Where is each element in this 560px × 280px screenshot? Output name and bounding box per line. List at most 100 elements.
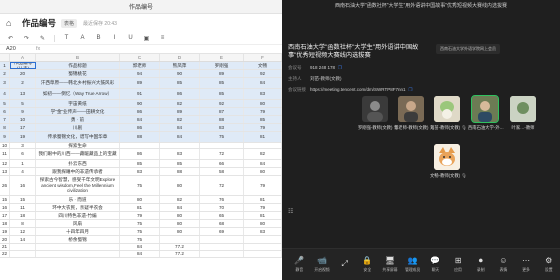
toolbar-button[interactable]: 📹 开启视频: [311, 249, 334, 280]
row-number[interactable]: 1: [0, 62, 10, 69]
cell-b[interactable]: [36, 251, 120, 257]
cell-f[interactable]: 82: [244, 149, 282, 159]
table-row[interactable]: 16 11 环中大农民，亲疑半农会 81 84 70 79: [0, 204, 282, 212]
cell-a[interactable]: 2: [10, 78, 36, 88]
table-row[interactable]: 3 2 汗西草原——韩北乡村振兴大鼓风彩 89 85 85 84: [0, 78, 282, 89]
cell-b[interactable]: 传承蜀锦文化，谱写中国华章: [36, 132, 120, 142]
cell-f[interactable]: [244, 244, 282, 250]
cell-c[interactable]: 75: [120, 220, 160, 227]
toolbar-button[interactable]: 🔒 安全: [356, 249, 379, 280]
column-header-e[interactable]: E: [200, 54, 244, 61]
cell-d[interactable]: 83: [160, 149, 200, 159]
cell-b[interactable]: 探索古今智慧，感受千年文明Explore ancient wisdom,Feel…: [36, 176, 120, 195]
cell-f[interactable]: 81: [244, 212, 282, 219]
cell-e[interactable]: 76: [200, 196, 244, 203]
row-number[interactable]: 17: [0, 212, 10, 219]
table-row[interactable]: 2 20 蜀锦桃花 94 90 89 92: [0, 70, 282, 78]
cell-d[interactable]: 80: [160, 220, 200, 227]
copy-icon[interactable]: ❐: [338, 65, 342, 71]
cell-b[interactable]: 作品标题: [36, 62, 120, 69]
cell-d[interactable]: 86: [160, 89, 200, 99]
row-number[interactable]: 9: [0, 132, 10, 142]
table-row[interactable]: 26 16 探索古今智慧，感受千年文明Explore ancient wisdom,…: [0, 176, 282, 196]
cell-d[interactable]: 84: [160, 204, 200, 211]
italic-icon[interactable]: I: [110, 35, 119, 41]
cell-d[interactable]: 82: [160, 100, 200, 107]
table-row[interactable]: 4 13 如初——倒忆（Way True Arrow） 91 86 85 83: [0, 89, 282, 100]
cell-e[interactable]: [200, 251, 244, 257]
bold-icon[interactable]: B: [94, 35, 103, 41]
cell-a[interactable]: 18: [10, 212, 36, 219]
cell-b[interactable]: 乐 · 而道: [36, 196, 120, 203]
cell-a[interactable]: 4: [10, 168, 36, 175]
cell-c[interactable]: 91: [120, 89, 160, 99]
cell-a[interactable]: 13: [10, 89, 36, 99]
cell-c[interactable]: 75: [120, 176, 160, 195]
table-row[interactable]: 7 10 勇 · 前 84 82 88 85: [0, 116, 282, 124]
cell-e[interactable]: 58: [200, 168, 244, 175]
cell-b[interactable]: 十四年四月: [36, 228, 120, 235]
cell-e[interactable]: 66: [200, 160, 244, 167]
table-row[interactable]: 15 15 乐 · 而道 80 82 76 81: [0, 196, 282, 204]
copy-link-icon[interactable]: ❐: [408, 87, 412, 93]
row-number[interactable]: 20: [0, 236, 10, 243]
cell-e[interactable]: [200, 244, 244, 250]
cell-a[interactable]: 8: [10, 220, 36, 227]
cell-f[interactable]: 81: [244, 132, 282, 142]
cell-f[interactable]: 83: [244, 89, 282, 99]
table-row[interactable]: 18 8 风扇 75 80 68 80: [0, 220, 282, 228]
participant-tile[interactable]: 叶家…-教师: [506, 96, 540, 131]
cell-c[interactable]: 郭老师: [120, 62, 160, 69]
cell-e[interactable]: 68: [200, 220, 244, 227]
cell-f[interactable]: [244, 143, 282, 148]
cell-f[interactable]: 79: [244, 204, 282, 211]
cell-a[interactable]: 16: [10, 176, 36, 195]
cell-e[interactable]: 92: [200, 100, 244, 107]
toolbar-button[interactable]: ⚙ 设置: [537, 249, 560, 280]
meeting-link-value[interactable]: https://meeting.tencent.com/dm/SWRTP8F7n…: [310, 87, 405, 93]
table-row[interactable]: 19 12 十四年四月 75 80 69 83: [0, 228, 282, 236]
column-header-a[interactable]: A: [10, 54, 36, 61]
participant-tile[interactable]: 郭老师-教师(文教) 🎙: [394, 96, 435, 131]
cell-c[interactable]: 89: [120, 78, 160, 88]
cell-b[interactable]: 汗西草原——韩北乡村振兴大鼓风彩: [36, 78, 120, 88]
cell-b[interactable]: 川剧: [36, 124, 120, 131]
cell-b[interactable]: 蜀锦桃花: [36, 70, 120, 77]
cell-f[interactable]: 79: [244, 108, 282, 115]
cell-c[interactable]: 81: [120, 204, 160, 211]
row-number[interactable]: 10: [0, 143, 10, 148]
cell-d[interactable]: 85: [160, 160, 200, 167]
row-number[interactable]: 16: [0, 204, 10, 211]
cell-e[interactable]: 罗刚强: [200, 62, 244, 69]
cell-d[interactable]: 84: [160, 132, 200, 142]
cell-d[interactable]: 熊凤萍: [160, 62, 200, 69]
cell-e[interactable]: 75: [200, 132, 244, 142]
cell-a[interactable]: 15: [10, 196, 36, 203]
cell-f[interactable]: [244, 236, 282, 243]
format-painter-icon[interactable]: ✎: [38, 35, 47, 42]
column-header-c[interactable]: C: [120, 54, 160, 61]
cell-d[interactable]: [160, 236, 200, 243]
cell-f[interactable]: 81: [244, 196, 282, 203]
cell-e[interactable]: 72: [200, 176, 244, 195]
toolbar-button[interactable]: ☺ 表情: [492, 249, 515, 280]
table-row[interactable]: 5 5 宇宙黄纸 90 82 92 80: [0, 100, 282, 108]
cell-b[interactable]: 我们眼中的川西——藏暖藏品上的宝藏: [36, 149, 120, 159]
row-number[interactable]: 22: [0, 251, 10, 257]
home-icon[interactable]: ⌂: [6, 18, 18, 28]
cell-e[interactable]: 69: [200, 228, 244, 235]
row-number[interactable]: 21: [0, 244, 10, 250]
cell-a[interactable]: 14: [10, 236, 36, 243]
sheet-grid[interactable]: A B C D E F 1 作品编号(从表) 作品标题 郭老师 熊凤萍 罗刚强 文畅 2 20 蜀…: [0, 54, 282, 258]
cell-f[interactable]: 79: [244, 124, 282, 131]
cell-a[interactable]: 5: [10, 100, 36, 107]
table-row[interactable]: 9 19 传承蜀锦文化，谱写中国华章 88 84 75 81: [0, 132, 282, 143]
cell-d[interactable]: 77.2: [160, 244, 200, 250]
cell-e[interactable]: 87: [200, 108, 244, 115]
cell-a[interactable]: 10: [10, 116, 36, 123]
cell-e[interactable]: 72: [200, 149, 244, 159]
cell-d[interactable]: 80: [160, 212, 200, 219]
cell-e[interactable]: 85: [200, 89, 244, 99]
cell-d[interactable]: 82: [160, 196, 200, 203]
fill-color-icon[interactable]: ▣: [142, 35, 151, 42]
